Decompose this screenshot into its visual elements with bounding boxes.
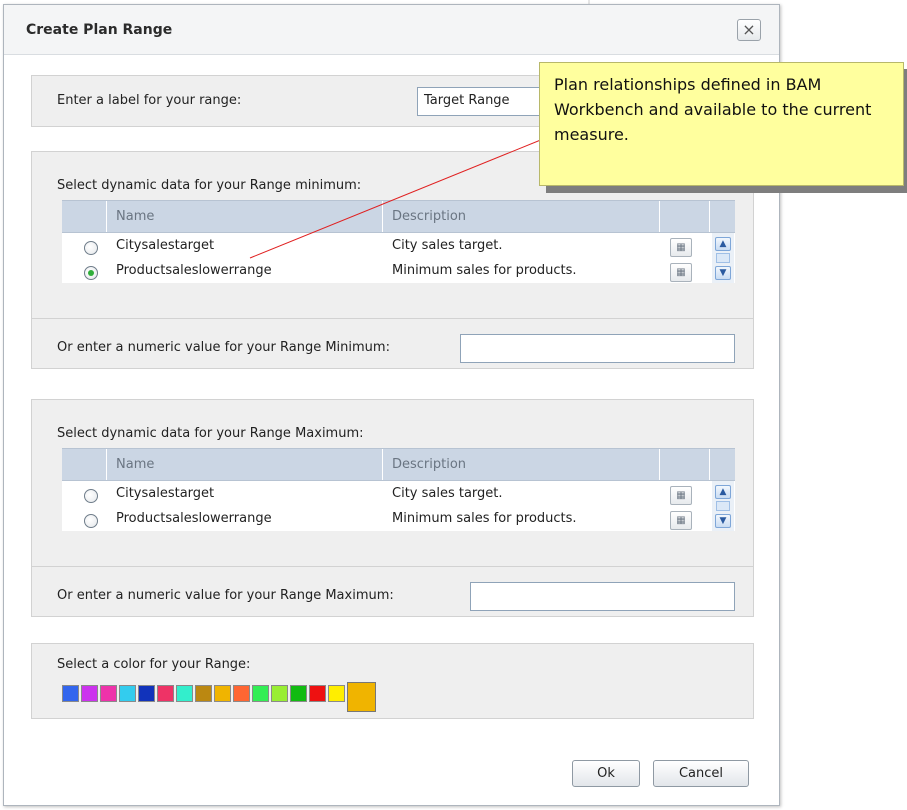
scroll-up-button[interactable]: ▲ [715, 237, 731, 251]
section-divider [32, 566, 753, 567]
color-swatch[interactable] [176, 685, 193, 702]
row-description: City sales target. [392, 486, 503, 501]
color-panel: Select a color for your Range: [31, 643, 754, 719]
range-maximum-numeric-prompt: Or enter a numeric value for your Range … [57, 588, 394, 603]
range-maximum-prompt: Select dynamic data for your Range Maxim… [57, 426, 364, 441]
grid-scrollbar[interactable]: ▲ ▼ [712, 481, 734, 531]
scroll-thumb[interactable] [716, 253, 730, 263]
color-swatch[interactable] [195, 685, 212, 702]
row-radio-button[interactable] [84, 489, 98, 503]
column-separator [659, 449, 660, 480]
row-radio-button[interactable] [84, 241, 98, 255]
row-name: Productsaleslowerrange [116, 263, 272, 278]
column-header-description[interactable]: Description [392, 449, 466, 480]
scroll-thumb[interactable] [716, 501, 730, 511]
row-description: Minimum sales for products. [392, 263, 577, 278]
range-maximum-numeric-input[interactable] [470, 582, 735, 611]
scroll-down-button[interactable]: ▼ [715, 514, 731, 528]
chevron-down-icon: ▼ [719, 515, 727, 526]
cancel-button[interactable]: Cancel [653, 760, 749, 787]
range-label-prompt: Enter a label for your range: [57, 93, 242, 108]
row-radio-button[interactable] [84, 514, 98, 528]
column-separator [106, 201, 107, 232]
color-swatch[interactable] [100, 685, 117, 702]
color-swatch[interactable] [328, 685, 345, 702]
annotation-callout: Plan relationships defined in BAM Workbe… [539, 62, 904, 186]
row-details-button[interactable]: ▦ [670, 263, 692, 282]
table-row[interactable]: Citysalestarget City sales target. ▦ [62, 481, 712, 506]
table-row[interactable]: Productsaleslowerrange Minimum sales for… [62, 258, 712, 283]
range-maximum-grid: Name Description Citysalestarget City sa… [62, 448, 735, 531]
row-name: Productsaleslowerrange [116, 511, 272, 526]
column-separator [709, 449, 710, 480]
chevron-down-icon: ▼ [719, 267, 727, 278]
close-button[interactable]: × [737, 19, 761, 41]
grid-body: Citysalestarget City sales target. ▦ Pro… [62, 233, 735, 283]
grid-body: Citysalestarget City sales target. ▦ Pro… [62, 481, 735, 531]
row-details-button[interactable]: ▦ [670, 486, 692, 505]
table-icon: ▦ [676, 490, 686, 501]
row-details-button[interactable]: ▦ [670, 511, 692, 530]
column-header-name[interactable]: Name [116, 449, 154, 480]
row-name: Citysalestarget [116, 238, 215, 253]
color-swatch[interactable] [81, 685, 98, 702]
ok-button[interactable]: Ok [572, 760, 640, 787]
row-description: Minimum sales for products. [392, 511, 577, 526]
grid-header: Name Description [62, 448, 735, 481]
range-label-input[interactable]: Target Range [417, 87, 557, 116]
color-swatch[interactable] [290, 685, 307, 702]
color-swatch[interactable] [271, 685, 288, 702]
color-swatch[interactable] [347, 682, 376, 712]
table-row[interactable]: Citysalestarget City sales target. ▦ [62, 233, 712, 258]
table-icon: ▦ [676, 267, 686, 278]
color-swatch[interactable] [252, 685, 269, 702]
scroll-down-button[interactable]: ▼ [715, 266, 731, 280]
grid-header: Name Description [62, 200, 735, 233]
column-header-name[interactable]: Name [116, 201, 154, 232]
range-minimum-numeric-prompt: Or enter a numeric value for your Range … [57, 340, 390, 355]
close-icon: × [742, 20, 756, 39]
color-swatch[interactable] [119, 685, 136, 702]
range-minimum-prompt: Select dynamic data for your Range minim… [57, 178, 362, 193]
column-separator [659, 201, 660, 232]
color-swatch[interactable] [233, 685, 250, 702]
chevron-up-icon: ▲ [719, 238, 727, 249]
range-minimum-grid: Name Description Citysalestarget City sa… [62, 200, 735, 283]
color-prompt: Select a color for your Range: [57, 657, 251, 672]
dialog-titlebar: Create Plan Range × [4, 5, 779, 55]
color-swatch[interactable] [309, 685, 326, 702]
grid-scrollbar[interactable]: ▲ ▼ [712, 233, 734, 283]
column-separator [709, 201, 710, 232]
table-icon: ▦ [676, 515, 686, 526]
column-header-description[interactable]: Description [392, 201, 466, 232]
table-row[interactable]: Productsaleslowerrange Minimum sales for… [62, 506, 712, 531]
range-minimum-numeric-input[interactable] [460, 334, 735, 363]
color-swatch[interactable] [157, 685, 174, 702]
table-icon: ▦ [676, 242, 686, 253]
column-separator [382, 201, 383, 232]
row-name: Citysalestarget [116, 486, 215, 501]
range-maximum-panel: Select dynamic data for your Range Maxim… [31, 399, 754, 617]
color-swatch[interactable] [62, 685, 79, 702]
column-separator [382, 449, 383, 480]
color-swatch[interactable] [138, 685, 155, 702]
section-divider [32, 318, 753, 319]
row-radio-button[interactable] [84, 266, 98, 280]
dialog-title: Create Plan Range [26, 22, 173, 38]
row-details-button[interactable]: ▦ [670, 238, 692, 257]
chevron-up-icon: ▲ [719, 486, 727, 497]
scroll-up-button[interactable]: ▲ [715, 485, 731, 499]
column-separator [106, 449, 107, 480]
color-swatch[interactable] [214, 685, 231, 702]
row-description: City sales target. [392, 238, 503, 253]
